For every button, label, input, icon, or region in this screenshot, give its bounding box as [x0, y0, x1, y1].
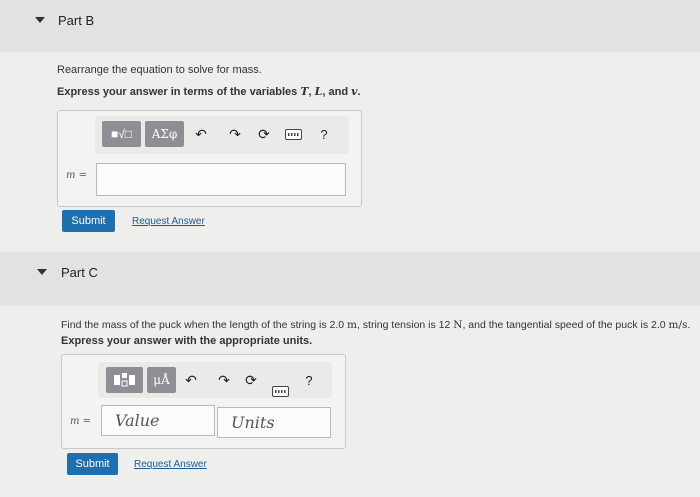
undo-icon[interactable]: ↶	[192, 125, 210, 143]
part-c-question: Find the mass of the puck when the lengt…	[61, 319, 690, 331]
redo-icon[interactable]: ↷	[226, 125, 244, 143]
units-button[interactable]: μÅ	[147, 367, 176, 393]
unit-meters: m	[347, 319, 357, 331]
value-placeholder: Value	[115, 411, 160, 430]
separator: , and	[322, 86, 352, 98]
value-input[interactable]: Value	[101, 405, 215, 436]
collapse-triangle-icon[interactable]	[37, 269, 47, 275]
part-b-instruction: Rearrange the equation to solve for mass…	[57, 64, 262, 76]
collapse-triangle-icon[interactable]	[35, 17, 45, 23]
units-input[interactable]: Units	[217, 407, 331, 438]
question-text: Find the mass of the puck when the lengt…	[61, 319, 347, 331]
part-b-submit-button[interactable]: Submit	[62, 210, 115, 232]
greek-symbols-button[interactable]: ΑΣφ	[145, 121, 184, 147]
keyboard-icon[interactable]	[285, 129, 302, 140]
question-text: , and the tangential speed of the puck i…	[462, 319, 669, 331]
variable-t: T	[300, 85, 309, 98]
undo-icon[interactable]: ↶	[182, 371, 200, 389]
part-b-header[interactable]	[0, 0, 700, 52]
period: .	[357, 86, 361, 98]
part-b-express-text: Express your answer in terms of the vari…	[57, 85, 361, 98]
part-c-submit-button[interactable]: Submit	[67, 453, 118, 475]
help-icon[interactable]: ?	[300, 371, 318, 389]
help-icon[interactable]: ?	[315, 125, 333, 143]
answer-label: m =	[66, 170, 88, 181]
part-c-express-text: Express your answer with the appropriate…	[61, 335, 313, 347]
templates-button[interactable]: ■√□	[102, 121, 141, 147]
keyboard-icon[interactable]	[272, 386, 289, 397]
question-text: , string tension is 12	[356, 319, 454, 331]
answer-label: m =	[70, 416, 92, 427]
part-b-answer-input[interactable]	[96, 163, 346, 196]
period: .	[687, 319, 691, 331]
part-c-header[interactable]	[0, 252, 700, 306]
part-c-title: Part C	[61, 265, 98, 280]
express-prefix: Express your answer in terms of the vari…	[57, 86, 301, 98]
units-placeholder: Units	[231, 413, 275, 432]
part-b-title: Part B	[58, 13, 95, 28]
part-c-request-answer-link[interactable]: Request Answer	[134, 459, 207, 470]
templates-icon[interactable]	[106, 367, 143, 393]
redo-icon[interactable]: ↷	[215, 371, 233, 389]
unit-meters-per-second: m/s	[668, 319, 688, 331]
part-b-request-answer-link[interactable]: Request Answer	[132, 216, 205, 227]
reset-icon[interactable]: ⟳	[242, 371, 260, 389]
reset-icon[interactable]: ⟳	[255, 125, 273, 143]
